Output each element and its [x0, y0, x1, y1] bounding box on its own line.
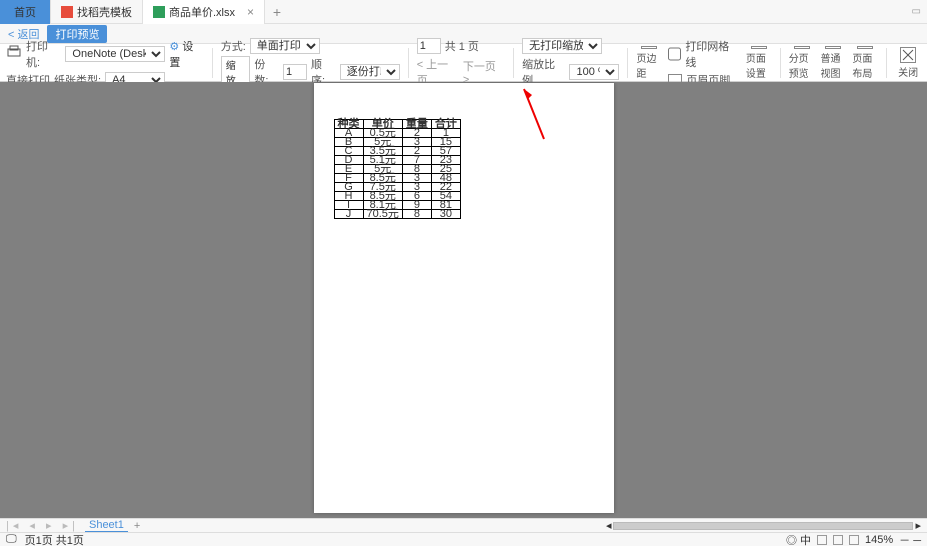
gridline-label: 打印网格线 — [685, 38, 740, 70]
status-bar: 🖵 页1页 共1页 ◎ 中 145% － ─ — [0, 532, 927, 546]
tab-template[interactable]: 找稻壳模板 — [51, 0, 143, 24]
close-icon[interactable]: × — [247, 5, 254, 19]
xls-icon — [153, 6, 165, 18]
page-total-label: 共 1 页 — [445, 38, 479, 54]
page-setup-button[interactable]: 页面设置 — [746, 46, 772, 80]
tab-home-label: 首页 — [14, 4, 36, 20]
sheet-tab[interactable]: Sheet1 — [85, 519, 128, 533]
zoom-label: 145% — [865, 534, 893, 546]
table-row: J70.5元830 — [334, 210, 460, 219]
printer-label: 打印机: — [26, 38, 61, 70]
settings-button[interactable]: ⚙ 设置 — [169, 38, 203, 70]
new-tab-button[interactable]: + — [265, 4, 289, 20]
add-sheet-button[interactable]: + — [134, 520, 140, 532]
ratio-select[interactable]: 100 % — [569, 64, 619, 80]
stats-icon[interactable]: ◎ 中 — [786, 532, 811, 548]
close-preview-icon — [900, 47, 916, 63]
sheet-tab-bar: |◂ ◂ ▸ ▸| Sheet1 + ◂▸ — [0, 518, 927, 532]
pdf-icon — [61, 6, 73, 18]
mode-select[interactable]: 单面打印 — [250, 38, 320, 54]
margin-icon — [641, 46, 657, 49]
page-input[interactable] — [417, 38, 441, 54]
copies-input[interactable] — [283, 64, 307, 80]
order-select[interactable]: 逐份打印 — [340, 64, 400, 80]
page-preview: 种类单价重量合计 A0.5元21B5元315C3.5元257D5.1元723E5… — [314, 83, 614, 513]
tab-file-label: 商品单价.xlsx — [169, 4, 235, 20]
print-hint-icon: 🖵 — [6, 533, 17, 546]
printer-icon — [6, 45, 22, 62]
close-preview-button[interactable]: 关闭 — [895, 46, 921, 80]
data-table: 种类单价重量合计 A0.5元21B5元315C3.5元257D5.1元723E5… — [334, 119, 461, 219]
tab-file[interactable]: 商品单价.xlsx × — [143, 0, 265, 24]
zoom-out-button[interactable]: － ─ — [899, 532, 921, 548]
scale-select[interactable]: 无打印缩放 — [522, 38, 602, 54]
layout-icon — [857, 46, 873, 49]
mode-label: 方式: — [221, 38, 246, 54]
printer-select[interactable]: OneNote (Desktop) — [65, 46, 165, 62]
tab-home[interactable]: 首页 — [0, 0, 51, 24]
page-status: 页1页 共1页 — [25, 532, 84, 548]
print-toolbar: 打印机: OneNote (Desktop) ⚙ 设置 直接打印 纸张类型: A… — [0, 44, 927, 82]
preview-canvas: 种类单价重量合计 A0.5元21B5元315C3.5元257D5.1元723E5… — [0, 82, 927, 518]
window-control-icon[interactable]: ▭ — [912, 6, 921, 17]
tab-template-label: 找稻壳模板 — [77, 4, 132, 20]
pagebreak-button[interactable]: 分页预览 — [789, 46, 815, 80]
h-scrollbar[interactable]: ◂▸ — [606, 519, 921, 532]
pagesetup-icon — [751, 46, 767, 49]
normal-view-button[interactable]: 普通视图 — [821, 46, 847, 80]
normal-icon — [825, 46, 841, 49]
margin-button[interactable]: 页边距 — [636, 46, 662, 80]
view-mode-1[interactable] — [817, 535, 827, 545]
layout-button[interactable]: 页面布局 — [852, 46, 878, 80]
view-mode-2[interactable] — [833, 535, 843, 545]
window-tabs: 首页 找稻壳模板 商品单价.xlsx × + ▭ — [0, 0, 927, 24]
sheet-nav-icons[interactable]: |◂ ◂ ▸ ▸| — [6, 519, 79, 532]
gridline-checkbox[interactable] — [668, 46, 681, 62]
pagebreak-icon — [794, 46, 810, 49]
view-mode-3[interactable] — [849, 535, 859, 545]
